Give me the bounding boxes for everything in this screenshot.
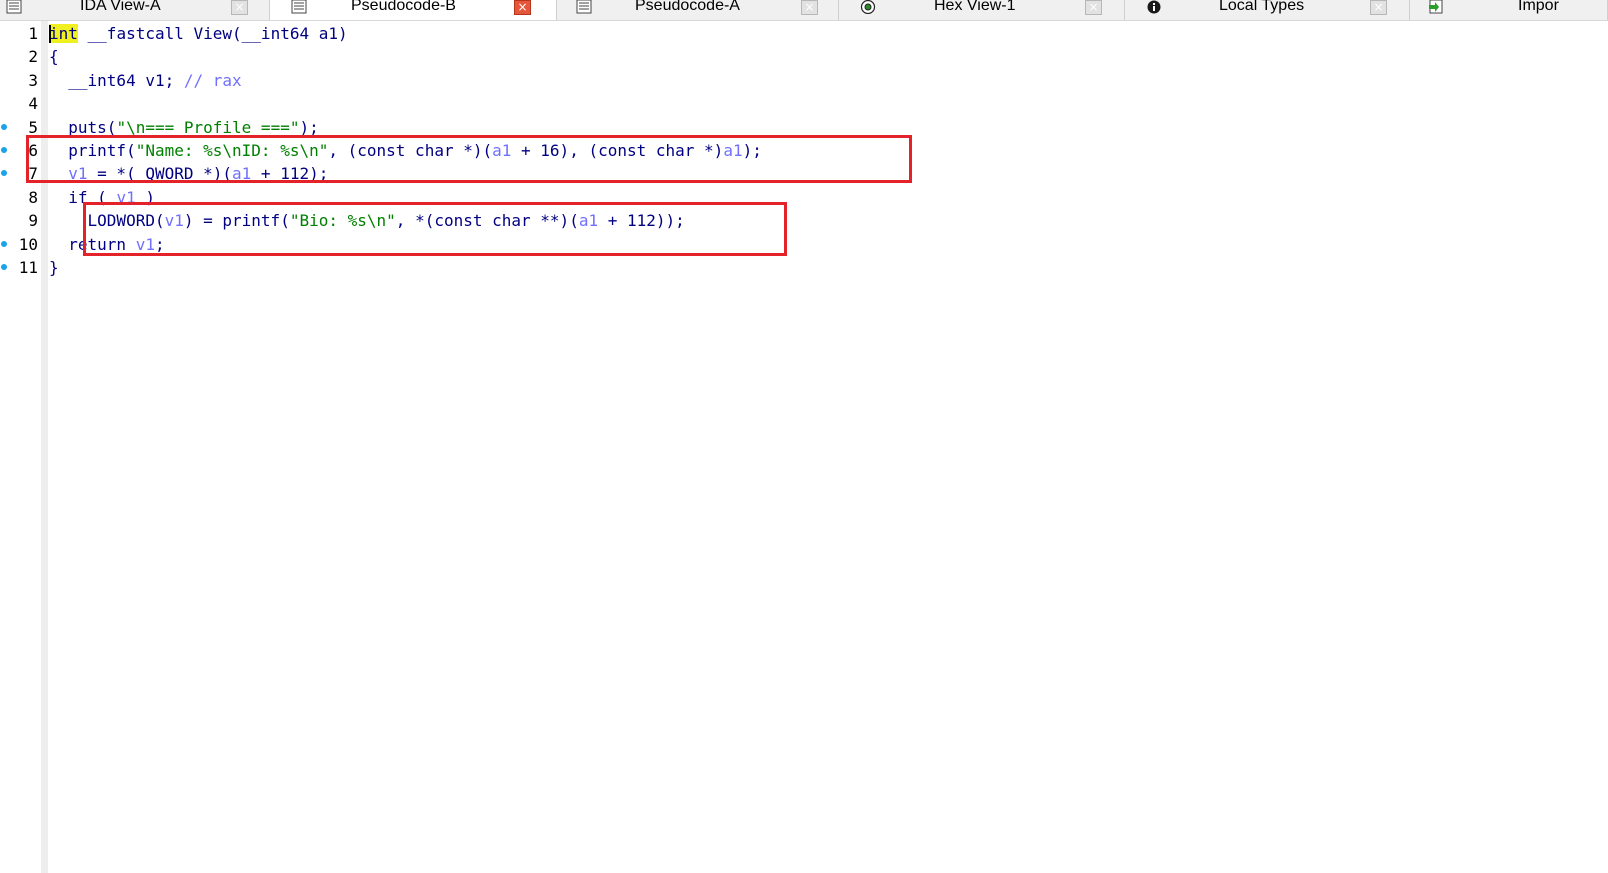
code-line[interactable]: 3 __int64 v1; // rax — [0, 69, 1608, 92]
tab-imports[interactable]: Impor — [1410, 0, 1608, 20]
hex-view-icon — [860, 0, 876, 14]
list-view-icon — [291, 0, 307, 14]
code-token: "\n=== Profile ===" — [116, 117, 300, 137]
annotation-box — [26, 135, 912, 183]
tab-label: IDA View-A — [80, 0, 161, 14]
code-token: // rax — [183, 70, 242, 90]
code-text[interactable]: { — [49, 45, 59, 68]
line-number: 8 — [28, 187, 38, 207]
text-cursor — [49, 25, 51, 43]
line-number: 2 — [28, 47, 38, 67]
list-view-icon — [6, 0, 22, 14]
line-number: 9 — [28, 211, 38, 231]
code-token: ); — [299, 117, 319, 137]
code-line[interactable]: 4 — [0, 92, 1608, 115]
code-line[interactable]: 1 int __fastcall View(__int64 a1) — [0, 22, 1608, 45]
annotation-box — [83, 202, 787, 256]
imports-icon — [1429, 0, 1443, 14]
tab-local-types[interactable]: Local Types × — [1125, 0, 1410, 20]
code-text[interactable]: int __fastcall View(__int64 a1) — [49, 22, 348, 45]
code-text[interactable]: __int64 v1; // rax — [49, 69, 242, 92]
code-token: __int64 v1; — [49, 70, 184, 90]
code-token: { — [49, 47, 59, 67]
close-icon[interactable]: × — [1370, 0, 1387, 15]
tab-bar: IDA View-A × Pseudocode-B × Pseudocode-A… — [0, 0, 1608, 21]
close-icon[interactable]: × — [801, 0, 818, 15]
close-icon[interactable]: × — [1085, 0, 1102, 15]
code-token: } — [49, 257, 59, 277]
tab-label: Hex View-1 — [934, 0, 1016, 14]
list-view-icon — [576, 0, 592, 14]
code-text[interactable]: } — [49, 256, 59, 279]
close-icon[interactable]: × — [514, 0, 531, 15]
tab-label: Local Types — [1219, 0, 1305, 14]
line-number: 3 — [28, 70, 38, 90]
close-icon[interactable]: × — [231, 0, 248, 15]
code-line[interactable]: 2{ — [0, 45, 1608, 68]
tab-pseudocode-b[interactable]: Pseudocode-B × — [270, 0, 557, 20]
line-number: 10 — [18, 234, 38, 254]
tab-label: Pseudocode-A — [635, 0, 740, 14]
tab-label: Pseudocode-B — [351, 0, 456, 14]
tab-ida-view-a[interactable]: IDA View-A × — [0, 0, 270, 20]
line-number: 11 — [18, 257, 38, 277]
line-number: 1 — [28, 24, 38, 43]
tab-hex-view-1[interactable]: Hex View-1 × — [839, 0, 1125, 20]
line-number: 4 — [28, 94, 38, 114]
code-token: int — [49, 24, 78, 43]
tab-label: Impor — [1518, 0, 1559, 14]
info-icon — [1147, 0, 1161, 14]
code-token: puts( — [49, 117, 117, 137]
tab-pseudocode-a[interactable]: Pseudocode-A × — [557, 0, 839, 20]
code-token: __fastcall View(__int64 a1) — [77, 24, 348, 43]
code-line[interactable]: 11} — [0, 256, 1608, 279]
